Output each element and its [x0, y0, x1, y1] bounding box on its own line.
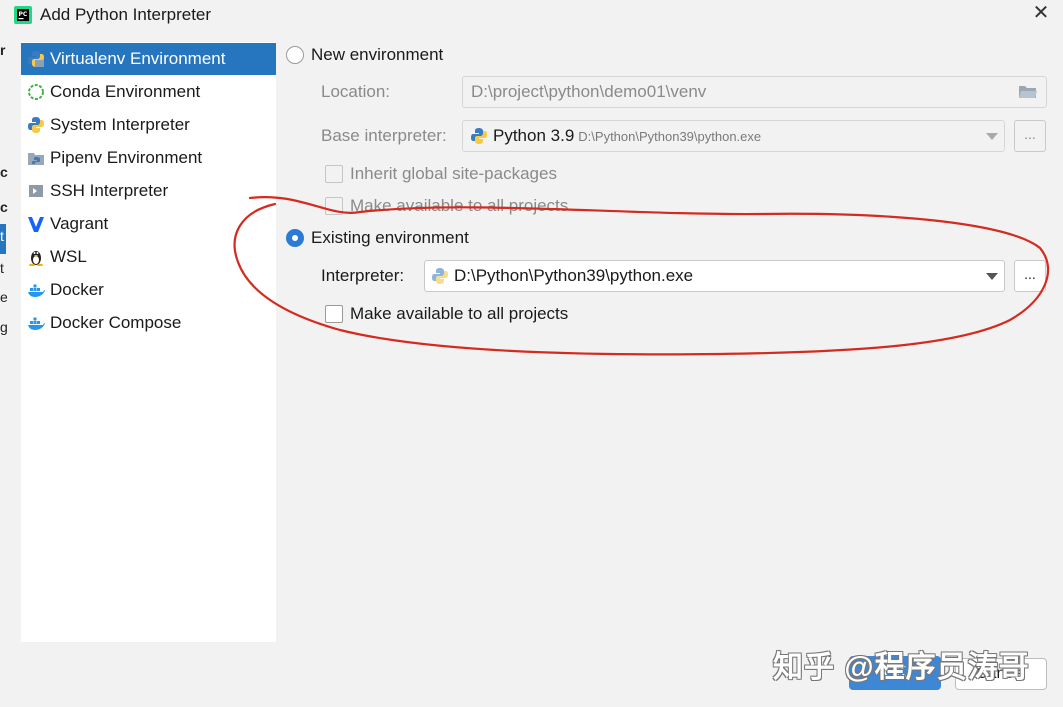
interpreter-dropdown[interactable]: D:\Python\Python39\python.exe — [424, 260, 1005, 292]
location-value: D:\project\python\demo01\venv — [471, 82, 707, 101]
base-interpreter-dropdown[interactable]: Python 3.9 D:\Python\Python39\python.exe — [462, 120, 1005, 152]
watermark: 知乎 @程序员涛哥 — [773, 651, 1030, 684]
sidebar-item-ssh[interactable]: SSH Interpreter — [21, 175, 276, 207]
existing-environment-label: Existing environment — [311, 228, 469, 247]
docker-compose-icon — [28, 317, 45, 330]
close-icon[interactable]: ✕ — [1030, 0, 1052, 25]
edge-fragment: c — [0, 199, 8, 215]
pipenv-icon — [28, 153, 44, 165]
python-icon — [432, 268, 448, 284]
vagrant-icon — [28, 217, 44, 232]
svg-text:PC: PC — [19, 11, 28, 18]
interpreter-type-list: Virtualenv Environment Conda Environment… — [21, 42, 276, 642]
python-icon — [471, 128, 487, 144]
pycharm-icon: PC — [14, 6, 32, 24]
inherit-site-packages-label: Inherit global site-packages — [350, 164, 557, 183]
base-interpreter-value: Python 3.9 D:\Python\Python39\python.exe — [493, 126, 762, 145]
sidebar-item-system[interactable]: System Interpreter — [21, 109, 276, 141]
edge-fragment: e — [0, 289, 8, 305]
python-icon — [28, 117, 44, 133]
chevron-down-icon — [986, 133, 998, 140]
existing-environment-radio[interactable] — [286, 229, 304, 247]
edge-fragment: t — [0, 260, 4, 276]
location-field[interactable]: D:\project\python\demo01\venv — [462, 76, 1047, 108]
virtualenv-icon — [28, 51, 44, 67]
location-label: Location: — [321, 82, 390, 101]
sidebar-item-pipenv[interactable]: Pipenv Environment — [21, 142, 276, 174]
existing-env-make-available-label: Make available to all projects — [350, 304, 569, 323]
interpreter-browse-button[interactable]: ... — [1014, 260, 1046, 292]
interpreter-label: Interpreter: — [321, 266, 405, 285]
sidebar-item-vagrant[interactable]: Vagrant — [21, 208, 276, 240]
sidebar-item-label: SSH Interpreter — [50, 181, 169, 200]
ssh-icon — [29, 185, 43, 197]
sidebar-item-docker-compose[interactable]: Docker Compose — [21, 307, 276, 339]
base-interpreter-browse-button[interactable]: ... — [1014, 120, 1046, 152]
sidebar-item-conda[interactable]: Conda Environment — [21, 76, 276, 108]
dialog-title: Add Python Interpreter — [40, 5, 212, 24]
sidebar-item-label: WSL — [50, 247, 87, 266]
linux-icon — [29, 251, 43, 266]
existing-env-make-available-checkbox[interactable] — [325, 305, 343, 323]
sidebar-item-virtualenv[interactable]: Virtualenv Environment — [21, 43, 276, 75]
new-environment-label: New environment — [311, 45, 444, 64]
sidebar-item-label: Vagrant — [50, 214, 109, 233]
edge-fragment: r — [0, 42, 6, 58]
sidebar-item-label: Docker — [50, 280, 104, 299]
interpreter-value: D:\Python\Python39\python.exe — [454, 266, 694, 285]
edge-fragment: c — [0, 164, 8, 180]
sidebar-item-label: Virtualenv Environment — [50, 49, 226, 68]
new-environment-radio[interactable] — [286, 46, 304, 64]
title-bar: PC Add Python Interpreter ✕ — [0, 0, 1063, 34]
sidebar-item-wsl[interactable]: WSL — [21, 241, 276, 273]
conda-icon — [28, 84, 44, 100]
sidebar-item-label: Docker Compose — [50, 313, 182, 332]
background-window-edge: r c c t t e g — [0, 34, 8, 707]
base-interpreter-label: Base interpreter: — [321, 126, 447, 145]
sidebar-item-label: Conda Environment — [50, 82, 201, 101]
sidebar-item-label: Pipenv Environment — [50, 148, 203, 167]
edge-fragment: t — [0, 228, 4, 244]
new-env-make-available-label: Make available to all projects — [350, 196, 569, 215]
sidebar-item-label: System Interpreter — [50, 115, 190, 134]
chevron-down-icon — [986, 273, 998, 280]
inherit-site-packages-checkbox[interactable] — [325, 165, 343, 183]
folder-icon[interactable] — [1018, 84, 1038, 100]
new-env-make-available-checkbox[interactable] — [325, 197, 343, 215]
docker-icon — [28, 284, 45, 297]
edge-fragment: g — [0, 319, 8, 335]
sidebar-item-docker[interactable]: Docker — [21, 274, 276, 306]
